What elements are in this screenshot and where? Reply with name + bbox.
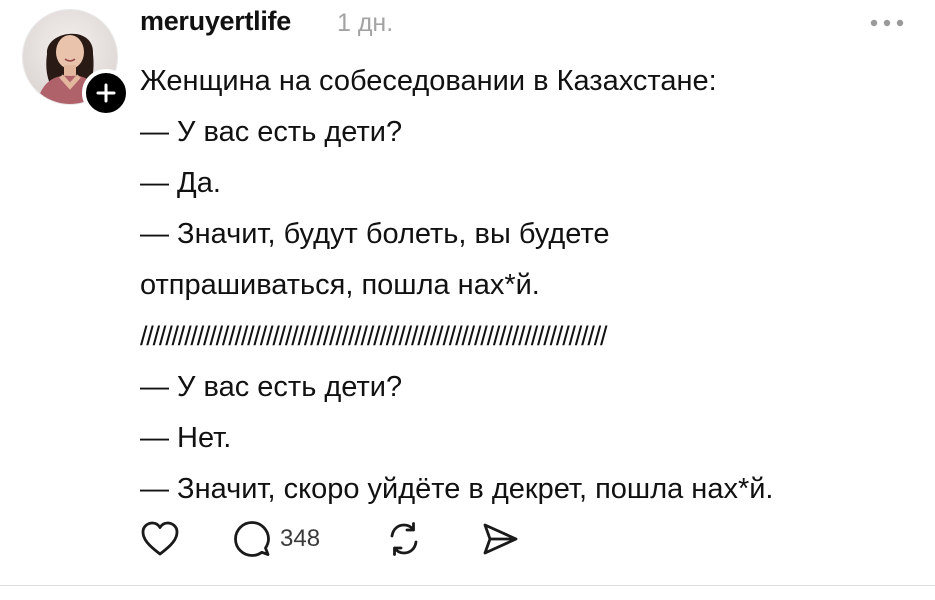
reply-button[interactable]: 348 xyxy=(232,514,320,564)
send-icon xyxy=(483,523,518,555)
post-line: — Нет. xyxy=(140,422,232,454)
repost-button[interactable] xyxy=(384,514,424,564)
more-options-button[interactable] xyxy=(867,8,907,38)
heart-icon xyxy=(141,521,179,556)
avatar-container[interactable] xyxy=(22,9,130,117)
more-horizontal-icon xyxy=(870,19,904,27)
post-line: — Значит, скоро уйдёте в декрет, пошла н… xyxy=(140,473,774,505)
post-line: отпрашиваться, пошла нах*й. xyxy=(140,269,540,301)
like-button[interactable] xyxy=(140,514,180,564)
post-line: — У вас есть дети? xyxy=(140,116,403,148)
post-divider xyxy=(0,585,935,586)
plus-icon xyxy=(96,83,116,103)
post-line: — У вас есть дети? xyxy=(140,371,403,403)
reply-count: 348 xyxy=(280,525,321,552)
comment-icon xyxy=(234,521,270,557)
action-bar: 348 xyxy=(140,514,640,564)
post-line: Женщина на собеседовании в Казахстане: xyxy=(140,65,717,97)
thread-post: meruyertlife 1 дн. Женщина на собеседова… xyxy=(0,0,935,585)
separator-line: ////////////////////////////////////////… xyxy=(140,321,608,351)
post-text: Женщина на собеседовании в Казахстане: —… xyxy=(140,56,920,515)
post-line: — Значит, будут болеть, вы будете xyxy=(140,218,610,250)
follow-button[interactable] xyxy=(82,69,130,117)
timestamp[interactable]: 1 дн. xyxy=(337,9,393,38)
post-line: — Да. xyxy=(140,167,221,199)
repost-icon xyxy=(390,522,418,556)
share-button[interactable] xyxy=(480,514,520,564)
username[interactable]: meruyertlife xyxy=(140,6,291,37)
